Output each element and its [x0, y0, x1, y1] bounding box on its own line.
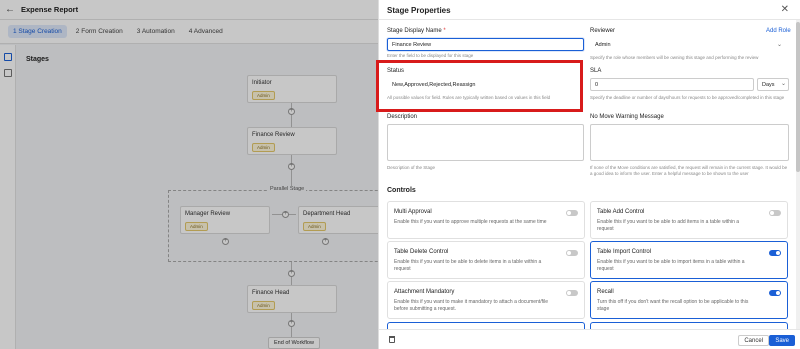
control-multi-approval: Multi Approval Enable this if you want t…: [387, 201, 585, 239]
panel-footer: Cancel Save: [379, 329, 800, 349]
status-highlight-annotation: [376, 60, 583, 112]
cancel-button[interactable]: Cancel: [738, 335, 769, 346]
reviewer-select[interactable]: Admin: [590, 38, 787, 51]
reviewer-label: Reviewer: [590, 28, 616, 34]
control-table-delete: Table Delete Control Enable this if you …: [387, 241, 585, 279]
panel-header: Stage Properties ✕: [379, 0, 800, 20]
control-description: Enable this if you want to approve multi…: [394, 219, 547, 225]
control-title: Table Delete Control: [394, 249, 449, 255]
control-title: Table Add Control: [597, 209, 645, 215]
table-add-toggle[interactable]: [769, 210, 781, 216]
control-recall: Recall Turn this off if you don't want t…: [590, 281, 788, 319]
stage-properties-panel: Stage Properties ✕ Stage Display Name * …: [378, 0, 800, 349]
control-description: Enable this if you want to be able to im…: [597, 259, 745, 272]
modal-backdrop[interactable]: [0, 0, 380, 349]
control-title: Recall: [597, 289, 614, 295]
panel-title: Stage Properties: [387, 6, 451, 15]
description-textarea[interactable]: [387, 124, 584, 161]
trash-icon[interactable]: [389, 336, 395, 343]
control-description: Enable this if you want to be able to ad…: [597, 219, 740, 232]
sla-label: SLA: [590, 68, 602, 74]
control-table-import: Table Import Control Enable this if you …: [590, 241, 788, 279]
multi-approval-toggle[interactable]: [566, 210, 578, 216]
chevron-down-icon: ⌄: [777, 42, 783, 48]
control-description: Enable this if you want to be able to de…: [394, 259, 542, 272]
chevron-down-icon: ⌄: [781, 81, 787, 87]
controls-heading: Controls: [387, 187, 416, 194]
stage-name-input[interactable]: Finance Review: [387, 38, 584, 51]
control-table-add: Table Add Control Enable this if you wan…: [590, 201, 788, 239]
recall-toggle[interactable]: [769, 290, 781, 296]
description-label: Description: [387, 114, 418, 120]
stage-name-help: Enter the field to be displayed for this…: [387, 53, 474, 58]
sla-input[interactable]: 0: [590, 78, 754, 91]
control-title: Table Import Control: [597, 249, 652, 255]
add-role-link[interactable]: Add Role: [766, 28, 791, 34]
control-description: Turn this off if you don't want the reca…: [597, 299, 749, 312]
close-icon[interactable]: ✕: [781, 4, 789, 15]
table-import-toggle[interactable]: [769, 250, 781, 256]
reviewer-help: Specify the role whose members will be o…: [590, 55, 759, 60]
description-help: Description of the Stage: [387, 165, 436, 170]
scrollbar-thumb[interactable]: [796, 22, 800, 172]
table-delete-toggle[interactable]: [566, 250, 578, 256]
control-description: Enable this if you want to make it manda…: [394, 299, 548, 312]
attachment-mandatory-toggle[interactable]: [566, 290, 578, 296]
control-attachment-mandatory: Attachment Mandatory Enable this if you …: [387, 281, 585, 319]
control-title: Attachment Mandatory: [394, 289, 455, 295]
stage-name-label: Stage Display Name *: [387, 28, 446, 34]
control-title: Multi Approval: [394, 209, 432, 215]
no-move-label: No Move Warning Message: [590, 114, 664, 120]
sla-help: Specify the deadline or number of days/h…: [590, 95, 785, 100]
save-button[interactable]: Save: [769, 335, 795, 346]
no-move-textarea[interactable]: [590, 124, 789, 161]
no-move-help: If none of the Move conditions are satis…: [590, 165, 788, 176]
